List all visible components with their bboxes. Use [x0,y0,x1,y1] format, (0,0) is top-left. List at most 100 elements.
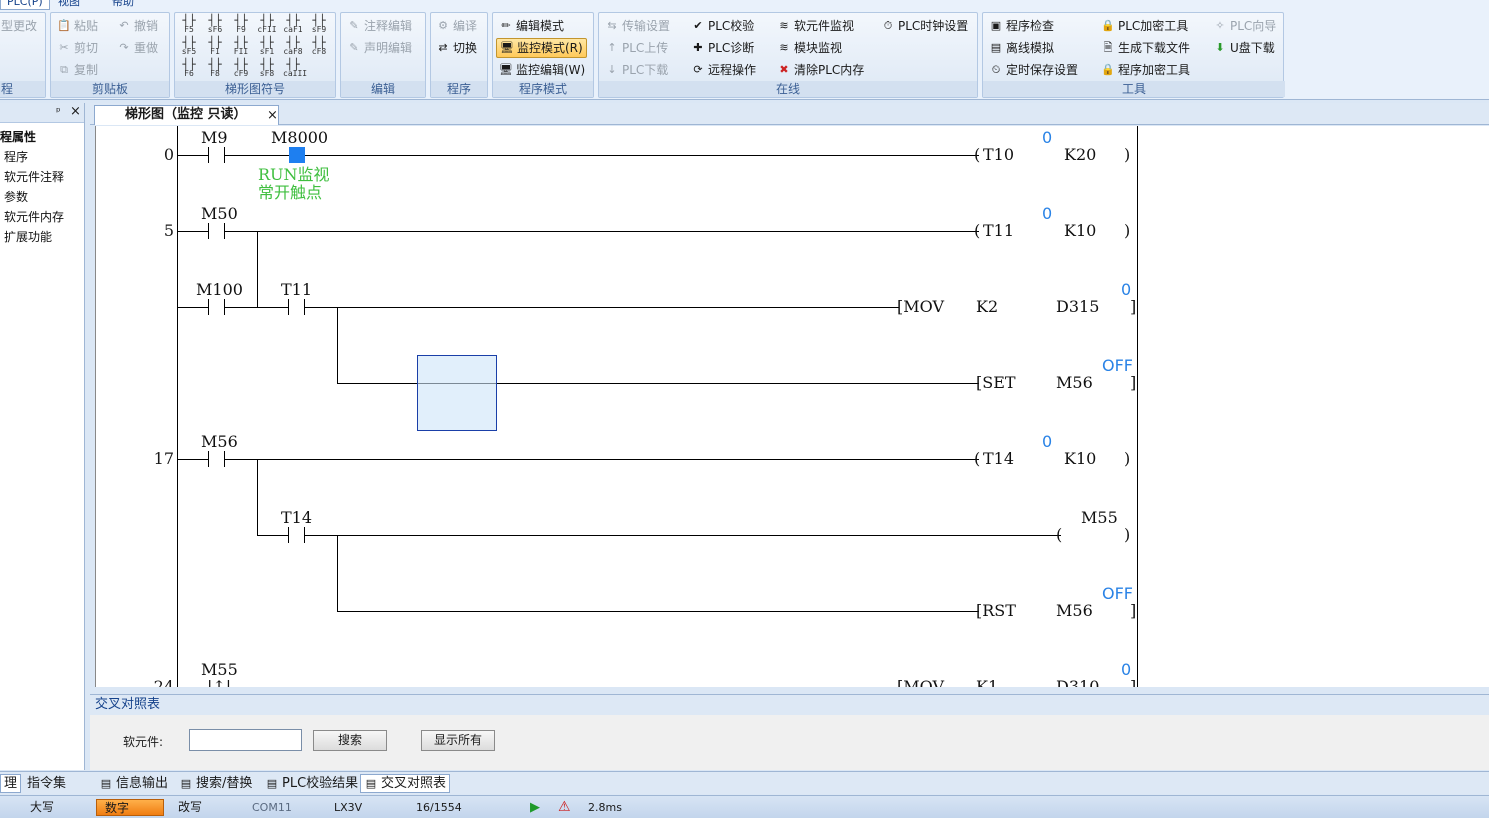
menu-tab-help[interactable]: 帮助 [106,0,140,10]
tree-item-parameters[interactable]: 参数 [4,188,28,205]
statement-edit-button[interactable]: ✎ 声明编辑 [347,38,412,58]
ladder-symbol-button[interactable]: ┤├ cF8 [309,37,329,56]
timed-save-button[interactable]: ⏲ 定时保存设置 [989,60,1078,80]
plc-verify-button[interactable]: ✔ PLC校验 [691,16,754,36]
coil-close: ) [1124,525,1131,544]
list-icon: ▤ [100,776,112,790]
contact[interactable] [288,527,289,543]
project-panel: ᵖ × 程属性 程序 软元件注释 参数 软元件内存 扩展功能 [0,103,85,770]
ladder-symbol-button[interactable]: ┤├ caF8 [283,37,303,56]
cut-button[interactable]: ✂ 剪切 [57,38,98,58]
contact[interactable] [288,299,289,315]
tree-item-device-comment[interactable]: 软元件注释 [4,168,64,185]
plc-diagnose-button[interactable]: ✚ PLC诊断 [691,38,754,58]
device-monitor-button[interactable]: ≋ 软元件监视 [777,16,854,36]
contact[interactable] [208,299,209,315]
ladder-symbol-button[interactable]: ┤├ cFII [257,15,277,34]
ladder-symbol-button[interactable]: ┤├ F1 [205,37,225,56]
tree-item-properties[interactable]: 程属性 [0,128,36,145]
program-encrypt-button[interactable]: 🔒 程序加密工具 [1101,60,1190,80]
device-input[interactable] [189,729,302,751]
transfer-settings-button[interactable]: ⇆ 传输设置 [605,16,670,36]
compile-icon: ⚙ [438,19,448,32]
contact[interactable] [208,147,209,163]
compile-button[interactable]: ⚙ 编译 [436,16,477,36]
menu-tab-view[interactable]: 视图 [52,0,86,10]
tab-cross-reference[interactable]: ▤ 交叉对照表 [360,774,451,793]
ladder-symbol-button[interactable]: ┤├ sF5 [179,37,199,56]
document-tab-bar: 梯形图（监控 只读） × [90,103,1489,125]
remote-op-button[interactable]: ⟳ 远程操作 [691,60,756,80]
ladder-symbol-button[interactable]: ┤├ F5 [179,15,199,34]
ladder-symbol-button[interactable]: ┤├ caF1 [283,15,303,34]
paste-button[interactable]: 📋 粘贴 [57,16,98,36]
wire [177,155,208,156]
contact[interactable] [208,451,209,467]
ladder-editor[interactable]: 0 M9 M8000 RUN监视 常开触点 ( T10 K20 ) 0 5 M5… [95,126,1489,687]
cursor-selection[interactable] [417,355,497,431]
clear-plc-memory-button[interactable]: ✖ 清除PLC内存 [777,60,864,80]
plc-wizard-button[interactable]: ✧ PLC向导 [1213,16,1276,36]
plc-upload-button[interactable]: ↑ PLC上传 [605,38,668,58]
close-icon[interactable]: × [70,104,81,119]
pin-icon[interactable]: ᵖ [56,105,61,118]
monitor-edit-button[interactable]: 🖥 监控编辑(W) [499,60,585,80]
contact[interactable] [208,223,209,239]
redo-button[interactable]: ↷ 重做 [117,38,158,58]
copy-button[interactable]: ⧉ 复制 [57,60,98,80]
monitor-value: 0 [1042,204,1053,223]
ladder-symbol-button[interactable]: ┤├ F8 [205,59,225,78]
ladder-symbol-button[interactable]: ┤├ sF8 [257,59,277,78]
plc-clock-button[interactable]: ⏱ PLC时钟设置 [881,16,969,36]
lock-icon: 🔒 [1101,63,1115,76]
undo-button[interactable]: ↶ 撤销 [117,16,158,36]
tab-instruction-set[interactable]: 指令集 [24,774,69,793]
gen-download-button[interactable]: 🗎 生成下载文件 [1101,38,1190,58]
ladder-symbol-button[interactable]: ┤├ F9 [231,15,251,34]
module-monitor-icon: ≋ [779,41,789,54]
plc-download-button[interactable]: ↓ PLC下载 [605,60,668,80]
remote-icon: ⟳ [693,63,703,76]
search-button[interactable]: 搜索 [313,730,387,751]
step-number: 5 [163,221,174,240]
menu-tab-plc[interactable]: PLC(P) [0,0,50,10]
show-all-button[interactable]: 显示所有 [421,730,495,751]
status-bar: 大写 数字 改写 COM11 LX3V 16/1554 ▶ ⚠ 2.8ms [0,795,1489,818]
plc-encrypt-button[interactable]: 🔒 PLC加密工具 [1101,16,1188,36]
ribbon-group-online: ⇆ 传输设置 ↑ PLC上传 ↓ PLC下载 ✔ PLC校验 ✚ PLC诊断 ⟳ 远程操作 … [598,12,978,98]
contact-label: T14 [281,508,313,527]
ladder-symbol-button[interactable]: ┤├ sF9 [309,15,329,34]
instr-close: ] [1130,373,1137,392]
usb-download-button[interactable]: ⬇ U盘下载 [1213,38,1274,58]
monitor-mode-button[interactable]: 🖥 监控模式(R) [496,38,587,58]
tab-info-output[interactable]: ▤ 信息输出 [96,774,171,793]
download-icon: ↓ [607,63,617,76]
tab-plc-verify-result[interactable]: ▤ PLC校验结果 [262,774,361,793]
module-monitor-button[interactable]: ≋ 模块监视 [777,38,842,58]
tree-item-device-memory[interactable]: 软元件内存 [4,208,64,225]
ladder-symbol-button[interactable]: ┤├ cF9 [231,59,251,78]
ladder-symbol-button[interactable]: ┤├ sF6 [205,15,225,34]
list-icon: ▤ [180,776,192,790]
edit-mode-button[interactable]: ✏ 编辑模式 [499,16,564,36]
tree-item-program[interactable]: 程序 [4,148,28,165]
program-check-button[interactable]: ▣ 程序检查 [989,16,1054,36]
offline-sim-button[interactable]: ▤ 离线模拟 [989,38,1054,58]
tab-project-manager[interactable]: 理 [0,774,22,793]
ladder-symbol-button[interactable]: ┤├ caIII [283,59,307,78]
contact-m8000-on[interactable] [289,147,305,163]
ladder-symbol-button[interactable]: ┤├ sF1 [257,37,277,56]
tree-item-extensions[interactable]: 扩展功能 [4,228,52,245]
switch-button[interactable]: ⇄ 切换 [436,38,477,58]
tab-search-replace[interactable]: ▤ 搜索/替换 [176,774,255,793]
close-tab-icon[interactable]: × [267,107,278,125]
comment-edit-button[interactable]: ✎ 注释编辑 [347,16,412,36]
ladder-symbol-button[interactable]: ┤├ FII [231,37,251,56]
ladder-symbol-button[interactable]: ┤├ F6 [179,59,199,78]
rising-edge-contact[interactable]: |↑| [207,677,231,687]
wire [257,459,258,535]
operand: D310 [1056,677,1100,687]
type-change-button[interactable]: 型更改 [1,16,37,36]
tab-ladder-diagram[interactable]: 梯形图（监控 只读） × [94,105,279,125]
overwrite-indicator: 改写 [178,800,203,814]
